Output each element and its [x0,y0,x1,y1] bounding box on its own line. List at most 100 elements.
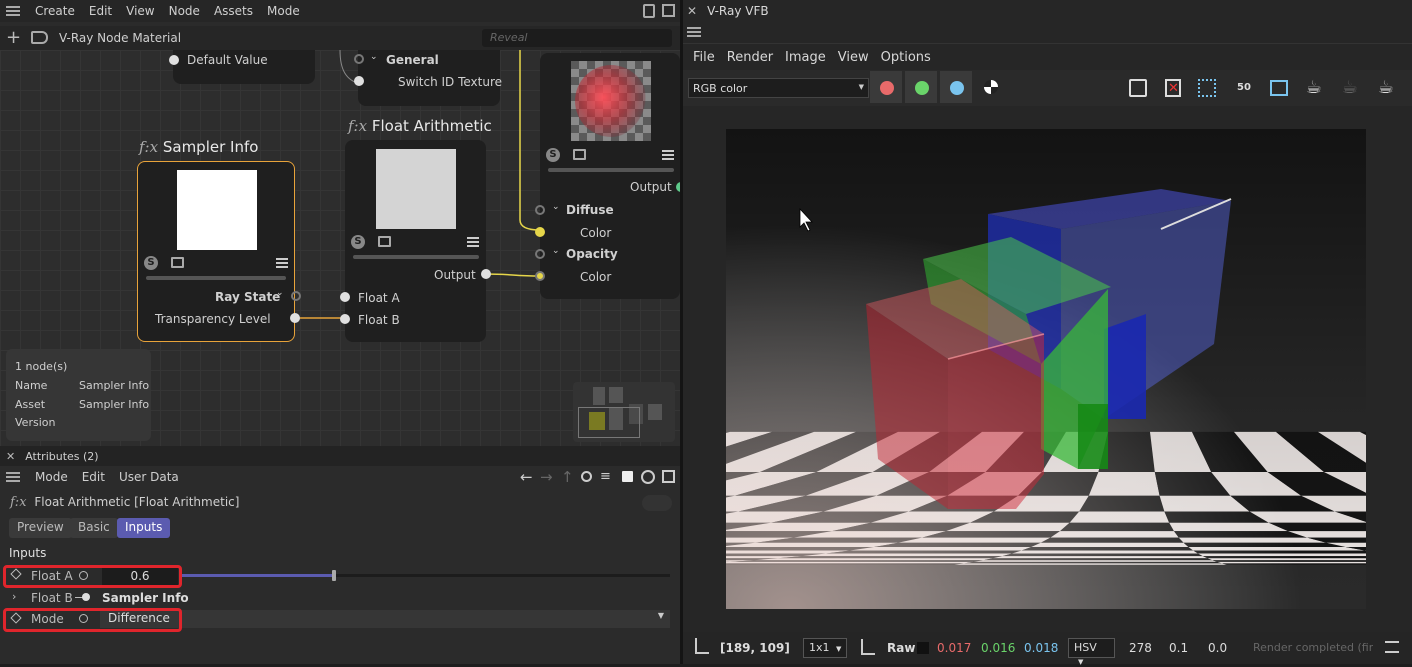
region-select-icon[interactable] [1195,76,1219,100]
float-a-slider-knob[interactable] [332,570,336,581]
sampler-info-node[interactable]: S Ray State ⌄ Transparency Level [137,161,301,342]
chevron-down-icon[interactable]: ⌄ [552,202,560,212]
menu-node[interactable]: Node [162,4,207,18]
pin-icon[interactable] [695,638,709,654]
opacity-color-port[interactable] [535,271,545,281]
tab-inputs[interactable]: Inputs [117,518,171,538]
chevron-down-icon[interactable]: ⌄ [370,52,378,62]
toggle-pill[interactable] [642,495,672,511]
chevron-down-icon[interactable]: ⌄ [276,288,284,298]
float-a-slider-track[interactable] [180,570,670,581]
tag-icon[interactable] [31,31,48,44]
popout-icon[interactable] [662,4,675,17]
red-dot-icon [880,81,894,95]
material-node[interactable]: S Output ⌄ Diffuse Color ⌄ Opacity Color [535,53,680,299]
vfb-menu-image[interactable]: Image [779,50,832,65]
lock-icon[interactable] [622,471,633,482]
clear-icon[interactable]: ✕ [1161,76,1185,100]
attr-menu-userdata[interactable]: User Data [112,470,186,484]
menu-icon[interactable] [687,27,701,37]
teapot-stop-icon[interactable]: ☕ [1338,76,1362,100]
menu-icon[interactable] [6,6,20,16]
transparency-port[interactable] [290,313,300,323]
search-icon[interactable] [581,471,592,482]
vfb-menu-options[interactable]: Options [875,50,937,65]
vfb-menu-icon[interactable] [687,27,701,37]
arrow-left-icon[interactable]: ← [520,468,533,486]
lock-icon[interactable] [643,4,655,18]
float-a-port[interactable] [340,292,350,302]
arrow-right-icon[interactable]: → [540,468,553,486]
diffuse-port[interactable] [535,205,545,215]
tab-basic[interactable]: Basic [70,518,118,538]
image-icon[interactable] [378,236,391,247]
attr-menu-edit[interactable]: Edit [75,470,112,484]
b-value: 0.018 [1024,641,1059,655]
color-mode-select[interactable]: HSV ▼ [1068,638,1115,666]
mode-dropdown[interactable]: Difference ▼ [100,610,670,628]
channel-value: RGB color [693,82,748,95]
attr-menu-mode[interactable]: Mode [28,470,75,484]
log-icon[interactable] [1385,641,1399,653]
tab-preview[interactable]: Preview [9,518,72,538]
teapot-icon[interactable]: ☕ [1374,76,1398,100]
popout-icon[interactable] [662,470,675,483]
float-b-in-label: Float B [358,313,400,327]
general-node[interactable]: ⌄ General Switch ID Texture [354,50,502,106]
minimap[interactable] [573,382,675,442]
menu-icon[interactable] [6,472,20,482]
zoom-50-icon[interactable]: 50 [1232,76,1256,100]
channel-select[interactable]: RGB color ▼ [688,78,869,98]
float-a-in-label: Float A [358,291,400,305]
green-channel-button[interactable] [904,70,938,104]
default-value-port[interactable] [169,55,179,65]
s-icon[interactable]: S [351,235,365,249]
target-icon[interactable] [641,470,655,484]
menu-edit[interactable]: Edit [82,4,119,18]
render-view[interactable] [726,129,1366,609]
list-icon[interactable] [467,237,479,247]
red-channel-button[interactable] [869,70,903,104]
s-icon[interactable]: S [546,148,560,162]
frame-icon[interactable] [1267,76,1291,100]
menu-mode[interactable]: Mode [260,4,307,18]
save-icon[interactable] [1126,76,1150,100]
default-value-node[interactable]: Default Value [169,50,315,84]
list-icon[interactable] [662,150,674,160]
ray-state-port[interactable] [291,291,301,301]
curve-icon[interactable] [861,639,875,655]
reveal-input[interactable]: Reveal [482,29,672,47]
chevron-right-icon[interactable]: › [12,590,16,603]
add-icon[interactable]: + [6,27,21,48]
float-b-value[interactable]: Sampler Info [102,591,189,605]
output-port[interactable] [481,269,491,279]
switch-id-port[interactable] [354,76,364,86]
menu-view[interactable]: View [119,4,161,18]
image-icon[interactable] [573,149,586,160]
close-icon[interactable]: ✕ [687,4,697,18]
teapot-render-icon[interactable]: ☕ [1302,76,1326,100]
arrow-up-icon[interactable]: ↑ [561,468,574,486]
diffuse-color-port[interactable] [535,227,545,237]
image-icon[interactable] [171,257,184,268]
vfb-menu-render[interactable]: Render [721,50,779,65]
opacity-port[interactable] [535,249,545,259]
node-graph[interactable]: Default Value ⌄ General Switch ID Textur… [0,50,680,446]
chevron-down-icon[interactable]: ⌄ [552,246,560,256]
filter-icon[interactable]: ≡ [600,469,611,484]
float-b-port[interactable] [340,314,350,324]
s-icon[interactable]: S [144,256,158,270]
vfb-menu-view[interactable]: View [832,50,875,65]
vfb-menu-file[interactable]: File [683,50,721,65]
blue-channel-button[interactable] [939,70,973,104]
menu-create[interactable]: Create [28,4,82,18]
vfb-menubar: File Render Image View Options [683,46,1412,68]
general-port-hollow[interactable] [354,54,364,64]
menu-assets[interactable]: Assets [207,4,260,18]
alpha-icon[interactable] [984,80,998,94]
list-icon[interactable] [276,258,288,268]
link-dot-icon[interactable] [82,593,90,601]
close-icon[interactable]: ✕ [6,450,15,463]
zoom-select[interactable]: 1x1 ▼ [803,638,848,658]
float-arithmetic-node[interactable]: S Output Float A Float B [340,140,491,342]
